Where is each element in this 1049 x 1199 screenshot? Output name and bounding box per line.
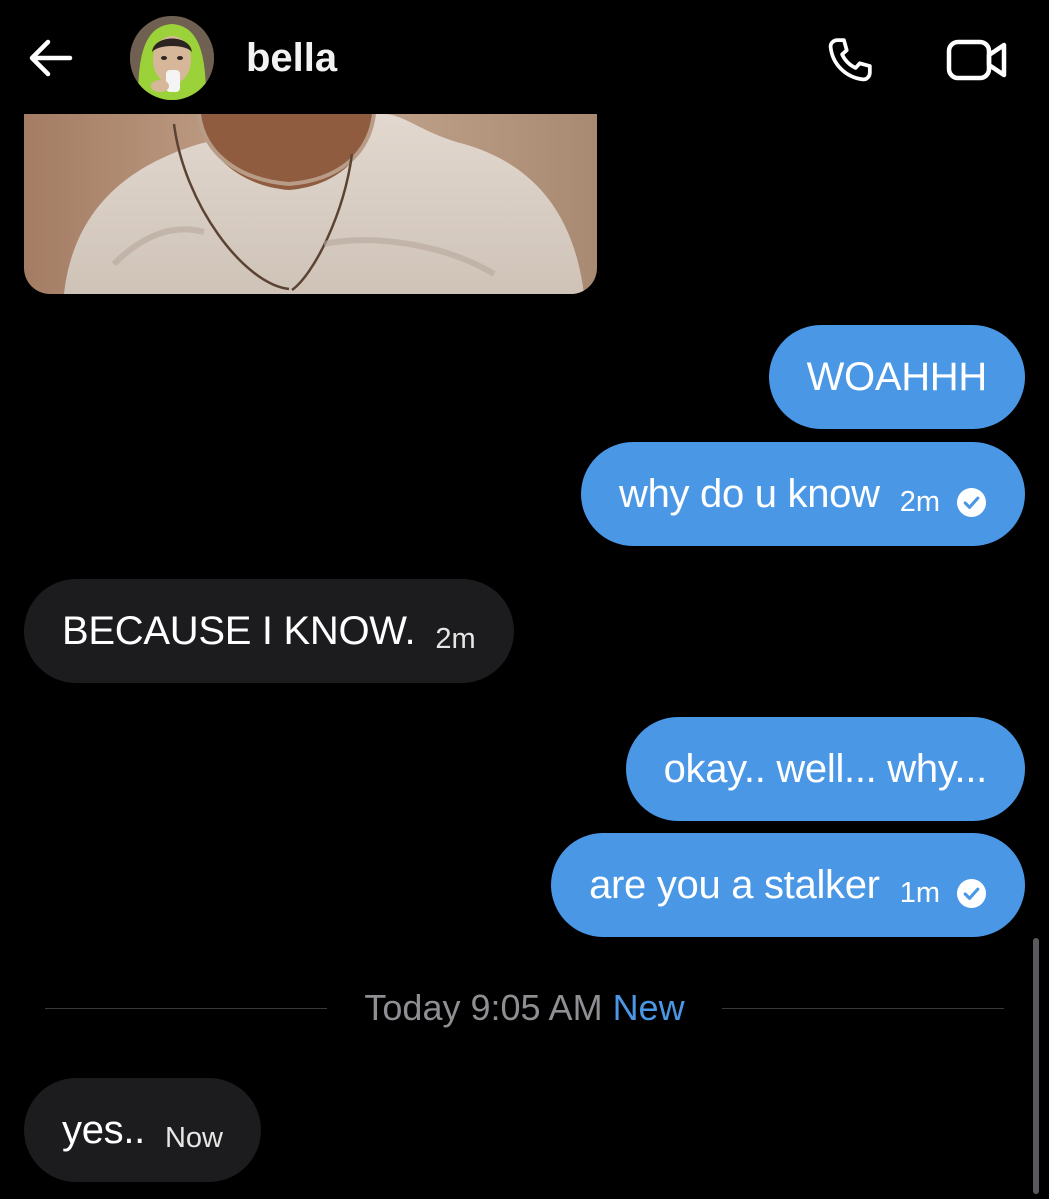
back-button[interactable] [24,30,80,86]
message-bubble-sent[interactable]: WOAHHH [768,325,1025,429]
video-camera-icon [946,39,1007,81]
read-check-icon [956,878,987,908]
message-text: WOAHHH [806,354,988,399]
divider-timestamp: Today 9:05 AM [364,987,603,1028]
read-check-icon [956,487,987,517]
photo-content [24,114,597,294]
message-bubble-sent[interactable]: why do u know 2m [581,442,1025,546]
scrollbar[interactable] [1033,938,1039,1194]
avatar[interactable] [130,16,214,100]
message-text: are you a stalker [589,862,880,907]
message-bubble-sent[interactable]: okay.. well... why... [625,717,1025,821]
message-timestamp: 2m [435,622,476,655]
video-call-button[interactable] [944,32,1010,88]
contact-name[interactable]: bella [246,34,337,82]
image-message[interactable] [24,114,597,294]
new-messages-divider: Today 9:05 AM New [0,986,1049,1030]
arrow-left-icon [29,39,73,77]
message-bubble-received[interactable]: yes.. Now [24,1078,261,1182]
audio-call-button[interactable] [822,32,878,88]
message-text: yes.. [62,1107,145,1152]
message-timestamp: 1m [899,876,940,909]
message-bubble-sent[interactable]: are you a stalker 1m [551,833,1025,937]
message-text: BECAUSE I KNOW. [62,608,416,653]
message-timestamp: Now [164,1121,223,1154]
chat-header: bella [0,0,1049,114]
avatar-photo [130,16,214,100]
message-bubble-received[interactable]: BECAUSE I KNOW. 2m [24,579,514,683]
phone-icon [828,38,872,82]
message-timestamp: 2m [899,485,940,518]
message-text: why do u know [619,471,880,516]
message-text: okay.. well... why... [663,746,988,791]
new-label: New [612,987,685,1028]
